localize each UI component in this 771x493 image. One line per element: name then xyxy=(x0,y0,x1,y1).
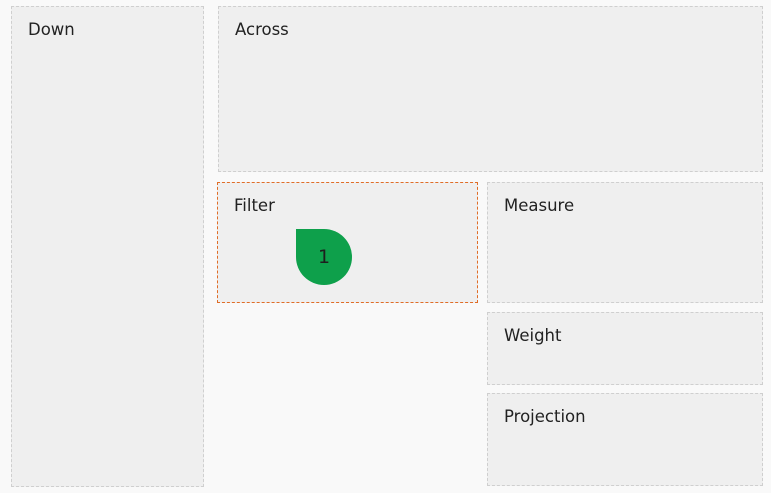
drop-zone-weight[interactable]: Weight xyxy=(487,312,763,385)
drop-zone-across[interactable]: Across xyxy=(218,6,763,172)
drop-zone-down[interactable]: Down xyxy=(11,6,204,487)
drop-zone-down-label: Down xyxy=(28,20,75,39)
drop-zone-weight-label: Weight xyxy=(504,326,562,345)
drop-zone-projection[interactable]: Projection xyxy=(487,393,763,486)
drop-zone-projection-label: Projection xyxy=(504,407,586,426)
drag-item-marker[interactable]: 1 xyxy=(296,229,352,285)
drop-zone-across-label: Across xyxy=(235,20,289,39)
drop-zone-filter-label: Filter xyxy=(234,196,275,215)
drop-zone-measure[interactable]: Measure xyxy=(487,182,763,303)
drop-zone-measure-label: Measure xyxy=(504,196,575,215)
